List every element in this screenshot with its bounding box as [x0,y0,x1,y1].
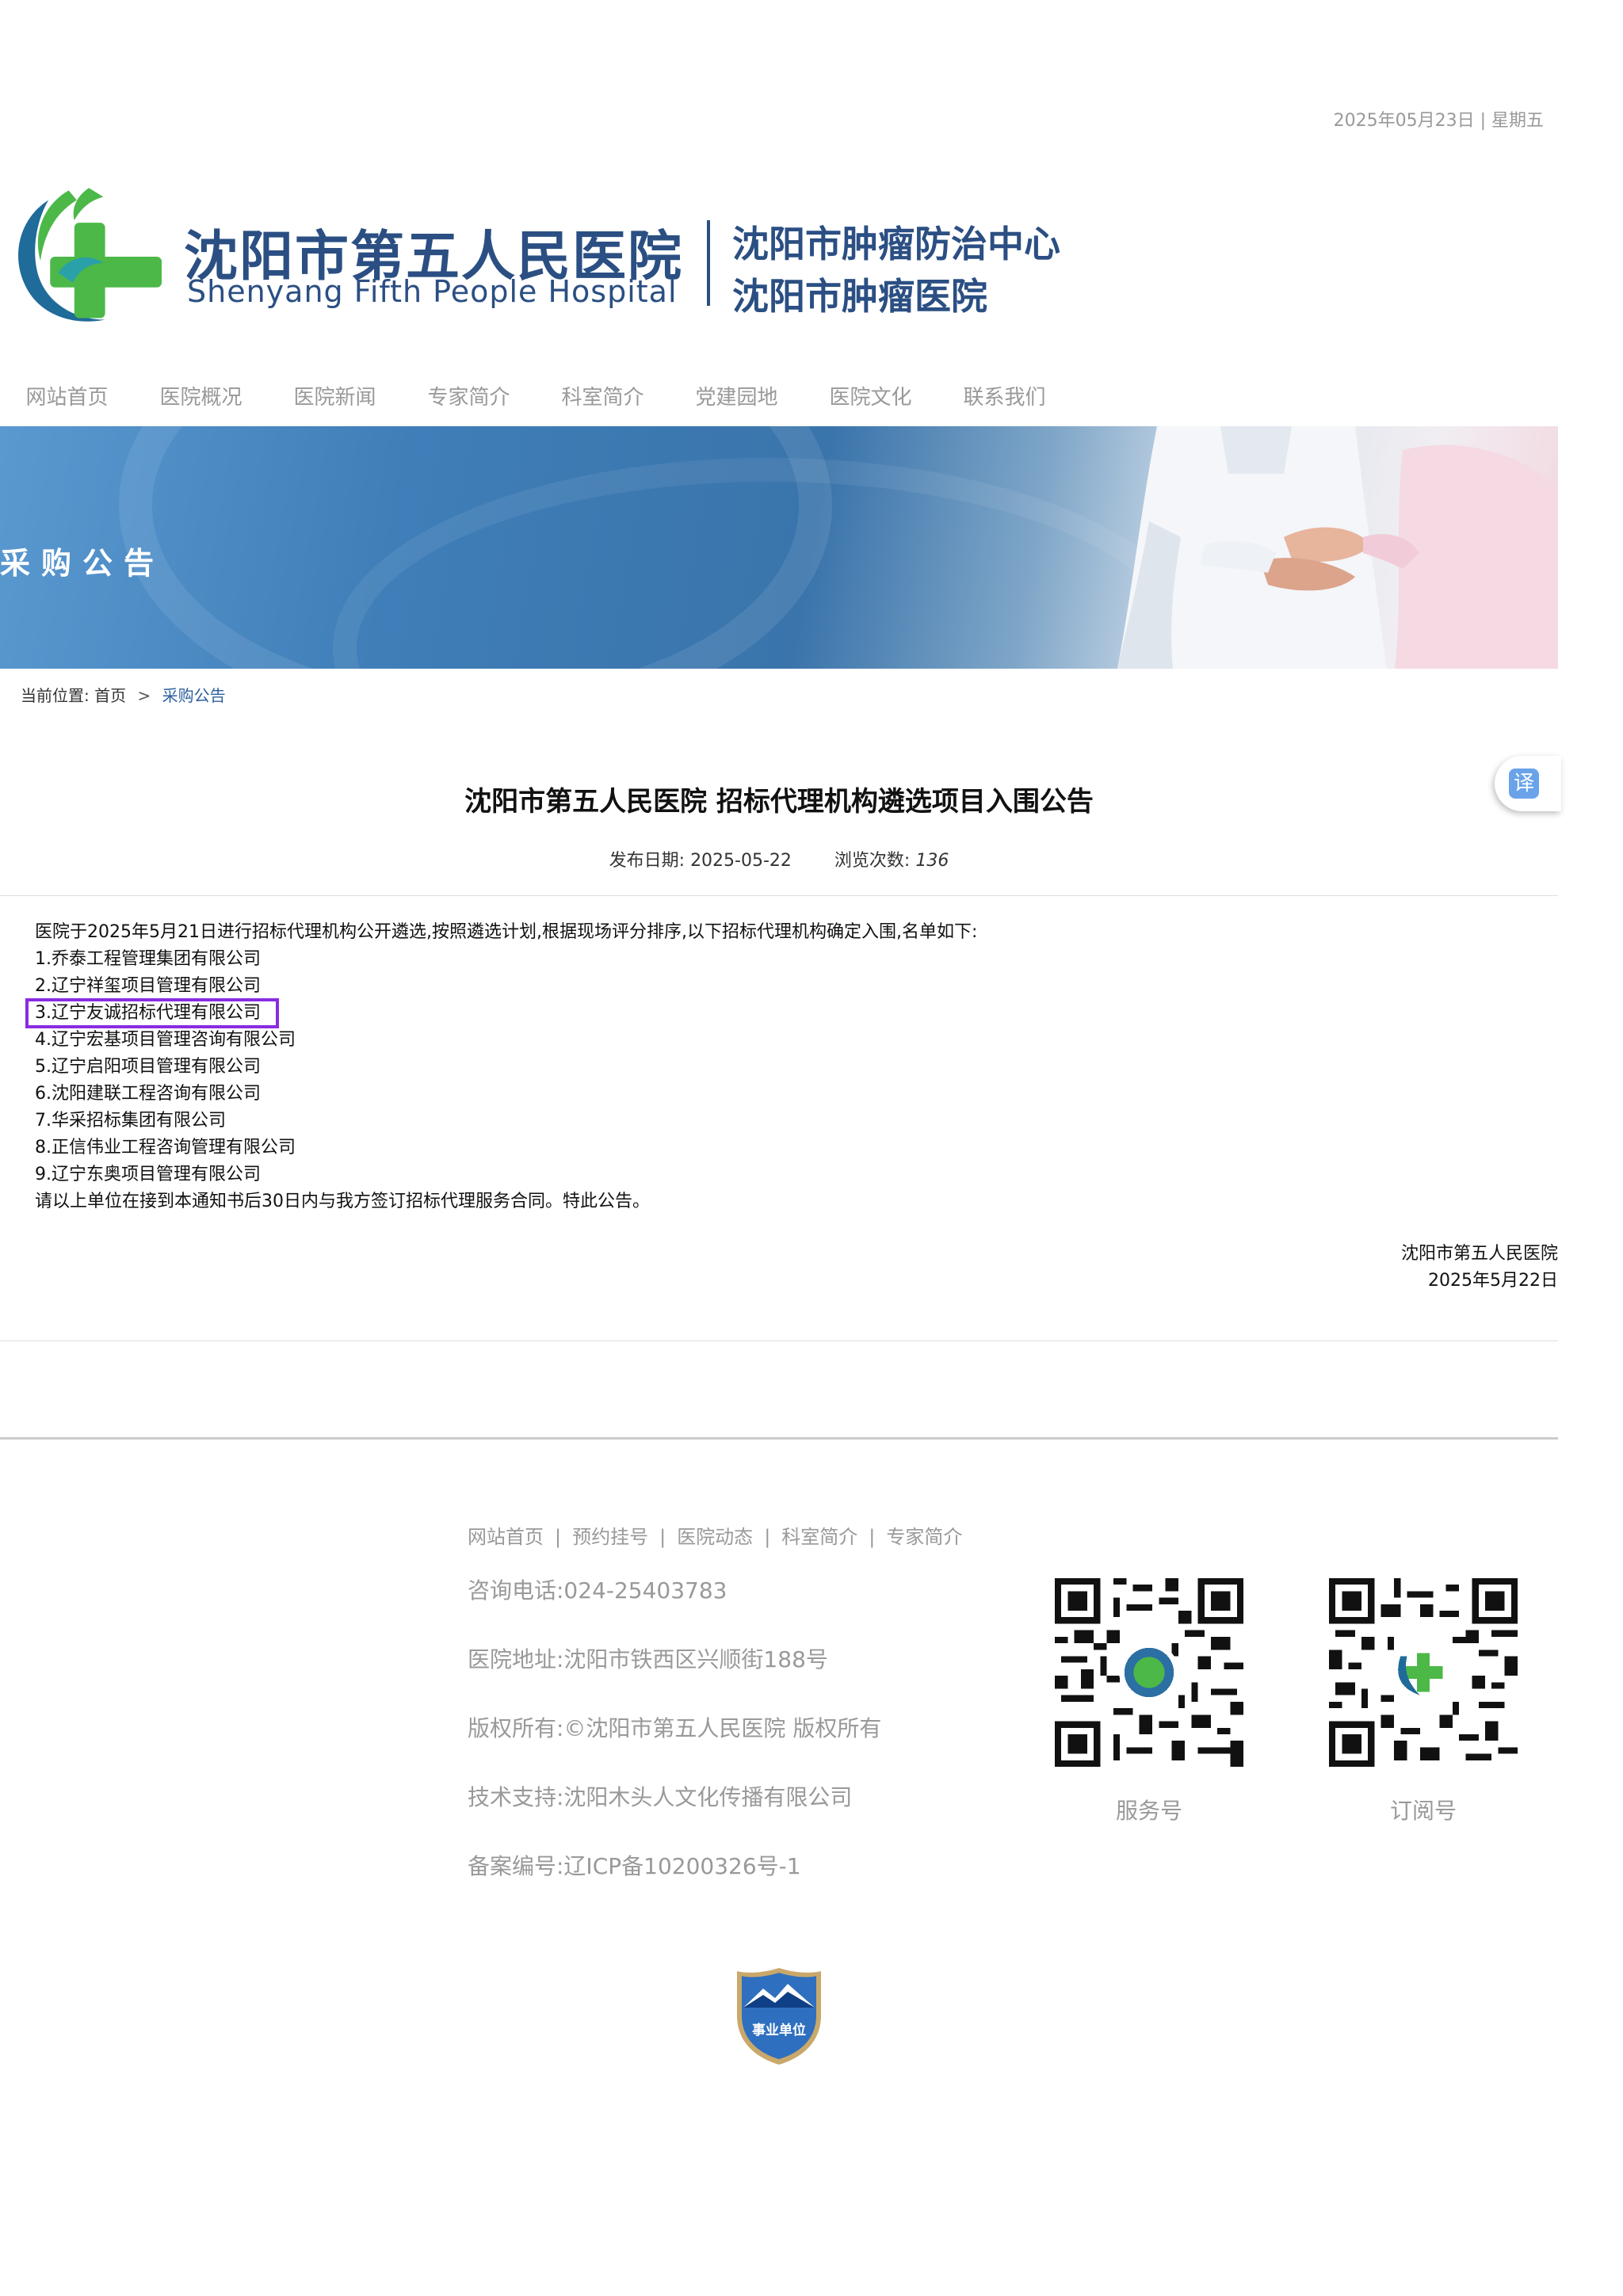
list-item: 9.辽宁东奥项目管理有限公司 [35,1165,261,1184]
footer-phone: 咨询电话:024-25403783 [468,1577,727,1604]
list-item: 6.沈阳建联工程咨询有限公司 [35,1084,261,1104]
date-display: 2025年05月23日 | 星期五 [1333,111,1544,131]
footer-link-appointment[interactable]: 预约挂号 [572,1526,648,1548]
banner-title: 采购公告 [0,546,166,581]
article-signature: 沈阳市第五人民医院 2025年5月22日 [1401,1241,1558,1295]
footer-info: 咨询电话:024-25403783 医院地址:沈阳市铁西区兴顺街188号 版权所… [468,1573,881,1918]
views-label: 浏览次数: [834,851,911,871]
shield-badge-icon[interactable]: 事业单位 [735,1966,823,2066]
nav-item-news[interactable]: 医院新闻 [268,376,402,420]
page-banner: 采购公告 [0,426,1558,669]
footer-link-departments[interactable]: 科室简介 [781,1526,857,1548]
qr-code-icon [1055,1578,1243,1767]
list-item: 1.乔泰工程管理集团有限公司 [35,949,261,969]
nav-item-experts[interactable]: 专家简介 [402,376,536,420]
footer-links: 网站首页 | 预约挂号 | 医院动态 | 科室简介 | 专家简介 [468,1521,962,1549]
footer-icp[interactable]: 备案编号:辽ICP备10200326号-1 [468,1849,881,1918]
breadcrumb: 当前位置: 首页 > 采购公告 [21,683,226,706]
footer-link-news[interactable]: 医院动态 [677,1526,753,1548]
qr-service-label: 服务号 [1115,1798,1182,1824]
list-item: 5.辽宁启阳项目管理有限公司 [35,1057,261,1077]
footer-link-separator: | [659,1526,666,1548]
hospital-name-en: Shenyang Fifth People Hospital [187,274,678,309]
footer-tech-support[interactable]: 技术支持:沈阳木头人文化传播有限公司 [468,1780,881,1849]
list-item: 2.辽宁祥玺项目管理有限公司 [35,976,261,996]
badge-text: 事业单位 [752,2022,806,2039]
list-item: 4.辽宁宏基项目管理咨询有限公司 [35,1030,296,1050]
breadcrumb-home-link[interactable]: 首页 [94,686,126,705]
divider [0,895,1558,896]
footer-divider [0,1437,1558,1440]
article-body: 医院于2025年5月21日进行招标代理机构公开遴选,按照遴选计划,根据现场评分排… [35,919,977,1215]
list-item: 7.华采招标集团有限公司 [35,1111,226,1131]
article-intro: 医院于2025年5月21日进行招标代理机构公开遴选,按照遴选计划,根据现场评分排… [35,922,978,942]
article-meta: 发布日期: 2025-05-22 浏览次数: 136 [0,846,1558,871]
nav-item-party[interactable]: 党建园地 [670,376,804,420]
breadcrumb-separator: > [137,686,151,705]
nav-item-contact[interactable]: 联系我们 [938,376,1071,420]
footer-link-separator: | [764,1526,771,1548]
doctor-holding-hands-image [1117,426,1558,669]
footer-link-experts[interactable]: 专家简介 [886,1526,962,1548]
nav-item-culture[interactable]: 医院文化 [804,376,938,420]
center-name-oncology-prevention: 沈阳市肿瘤防治中心 [732,223,1060,265]
qr-subscribe-block: 订阅号 [1328,1578,1518,1825]
main-nav: 网站首页 医院概况 医院新闻 专家简介 科室简介 党建园地 医院文化 联系我们 [0,376,1558,420]
center-name-oncology-hospital: 沈阳市肿瘤医院 [732,275,987,318]
nav-item-overview[interactable]: 医院概况 [134,376,268,420]
signature-date: 2025年5月22日 [1428,1271,1558,1291]
header-divider [707,220,710,306]
site-header: 沈阳市第五人民医院 Shenyang Fifth People Hospital… [0,176,1109,342]
footer-link-separator: | [555,1526,562,1548]
qr-service-block: 服务号 [1054,1578,1244,1825]
hospital-cross-logo-icon[interactable] [0,176,162,338]
selection-highlight-box [25,998,279,1028]
list-item: 8.正信伟业工程咨询管理有限公司 [35,1138,296,1158]
article-closing: 请以上单位在接到本通知书后30日内与我方签订招标代理服务合同。特此公告。 [35,1192,650,1211]
footer-link-separator: | [869,1526,876,1548]
nav-item-home[interactable]: 网站首页 [0,376,134,420]
publish-date: 2025-05-22 [690,851,792,871]
nav-item-departments[interactable]: 科室简介 [536,376,670,420]
publish-date-label: 发布日期: [609,851,685,871]
qr-code-icon [1329,1578,1518,1767]
footer-link-home[interactable]: 网站首页 [468,1526,544,1548]
breadcrumb-prefix: 当前位置: [21,686,90,705]
views-count: 136 [915,851,949,871]
breadcrumb-current-link[interactable]: 采购公告 [162,686,226,705]
article-title: 沈阳市第五人民医院 招标代理机构遴选项目入围公告 [464,786,1094,818]
footer-address: 医院地址:沈阳市铁西区兴顺街188号 [468,1646,828,1672]
signature-org: 沈阳市第五人民医院 [1400,1244,1558,1264]
qr-subscribe-label: 订阅号 [1389,1798,1457,1824]
footer-copyright: 版权所有:©沈阳市第五人民医院 版权所有 [468,1715,882,1741]
